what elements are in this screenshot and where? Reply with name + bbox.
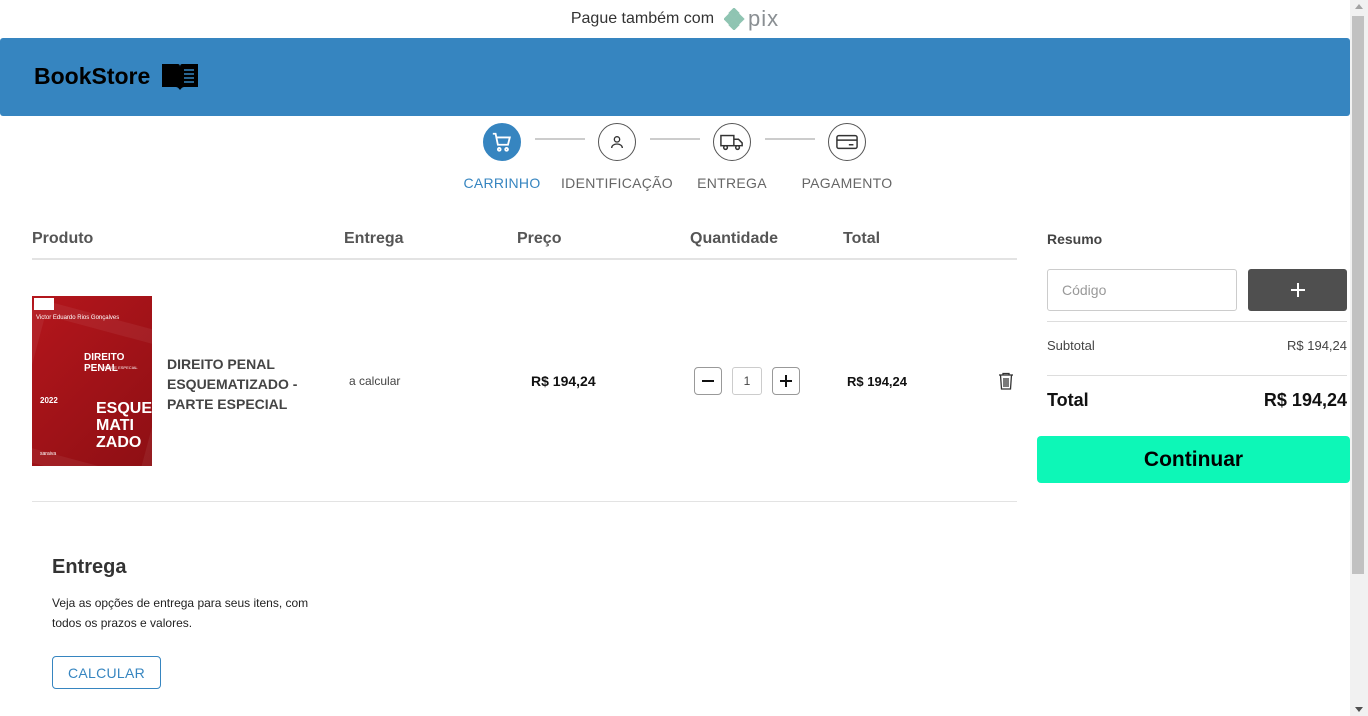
page-scrollbar[interactable] (1350, 0, 1368, 716)
total-value: R$ 194,24 (1263, 390, 1347, 410)
header-total: Total (843, 230, 881, 247)
step-payment-label: PAGAMENTO (801, 175, 893, 191)
header-price: Preço (517, 230, 562, 247)
cover-year: 2022 (40, 396, 58, 405)
cart-table-header: Produto Entrega Preço Quantidade Total (32, 228, 1017, 260)
order-summary: Resumo Subtotal R$ 194,24 Total R$ 194,2… (1047, 228, 1347, 410)
cover-author: Victor Eduardo Rios Gonçalves (36, 315, 120, 321)
pix-logo: pix (724, 6, 779, 32)
pix-diamond-icon (724, 8, 745, 30)
cover-badge (34, 298, 54, 310)
product-delivery: a calcular (349, 374, 401, 388)
truck-icon (720, 134, 743, 151)
step-cart-circle (483, 123, 521, 161)
cover-publisher: saraiva (40, 451, 57, 457)
trash-icon (999, 372, 1013, 390)
scroll-up-arrow[interactable] (1355, 4, 1363, 9)
cover-series: ESQUE MATI ZADO (96, 400, 152, 451)
subtotal-row: Subtotal R$ 194,24 (1047, 338, 1347, 353)
summary-divider (1047, 321, 1347, 322)
step-identification-circle (598, 123, 636, 161)
site-header: BookStore (0, 38, 1350, 116)
header-product: Produto (32, 230, 94, 247)
brand-name: BookStore (34, 62, 151, 89)
header-quantity: Quantidade (690, 230, 779, 247)
total-row: Total R$ 194,24 (1047, 390, 1347, 411)
product-total: R$ 194,24 (847, 374, 907, 389)
step-payment-circle (828, 123, 866, 161)
scrollbar-thumb[interactable] (1352, 16, 1364, 574)
plus-icon (780, 375, 792, 387)
cover-title: DIREITO PENAL (84, 352, 125, 374)
minus-icon (702, 380, 714, 382)
total-label: Total (1047, 390, 1089, 410)
cart-icon (492, 132, 511, 152)
apply-coupon-button[interactable] (1248, 269, 1347, 311)
remove-item-button[interactable] (998, 372, 1014, 395)
calculate-shipping-button[interactable]: CALCULAR (52, 656, 161, 689)
subtotal-value: R$ 194,24 (1287, 338, 1347, 353)
open-book-icon (162, 64, 199, 90)
pix-banner: Pague também com pix (0, 0, 1350, 38)
product-price: R$ 194,24 (531, 373, 596, 389)
scroll-down-arrow[interactable] (1355, 707, 1363, 712)
step-payment[interactable]: PAGAMENTO (777, 123, 917, 191)
cart-item-row: Victor Eduardo Rios Gonçalves DIREITO PE… (32, 260, 1017, 502)
book-cover-image[interactable]: Victor Eduardo Rios Gonçalves DIREITO PE… (32, 296, 152, 466)
pix-logo-text: pix (748, 6, 780, 31)
user-icon (611, 136, 623, 149)
continue-button[interactable]: Continuar (1037, 436, 1350, 483)
card-icon (836, 134, 858, 150)
quantity-stepper: 1 (694, 367, 800, 395)
brand-logo[interactable]: BookStore (34, 60, 200, 92)
cover-subtitle: PARTE ESPECIAL (104, 365, 138, 370)
summary-title: Resumo (1047, 231, 1103, 247)
product-name[interactable]: DIREITO PENAL ESQUEMATIZADO - PARTE ESPE… (167, 354, 307, 414)
delivery-section: Entrega Veja as opções de entrega para s… (52, 556, 312, 633)
delivery-description: Veja as opções de entrega para seus iten… (52, 596, 309, 630)
subtotal-label: Subtotal (1047, 338, 1095, 353)
decrease-quantity-button[interactable] (694, 367, 722, 395)
checkout-steps: CARRINHO IDENTIFICAÇÃO ENTREGA PAGAMENTO (0, 123, 1350, 193)
coupon-code-input[interactable] (1047, 269, 1237, 311)
quantity-value[interactable]: 1 (732, 367, 762, 395)
delivery-title: Entrega (52, 556, 127, 578)
step-delivery-circle (713, 123, 751, 161)
increase-quantity-button[interactable] (772, 367, 800, 395)
header-delivery: Entrega (344, 230, 404, 247)
pix-banner-text: Pague também com (570, 10, 715, 27)
summary-divider (1047, 375, 1347, 376)
plus-icon (1290, 283, 1305, 297)
